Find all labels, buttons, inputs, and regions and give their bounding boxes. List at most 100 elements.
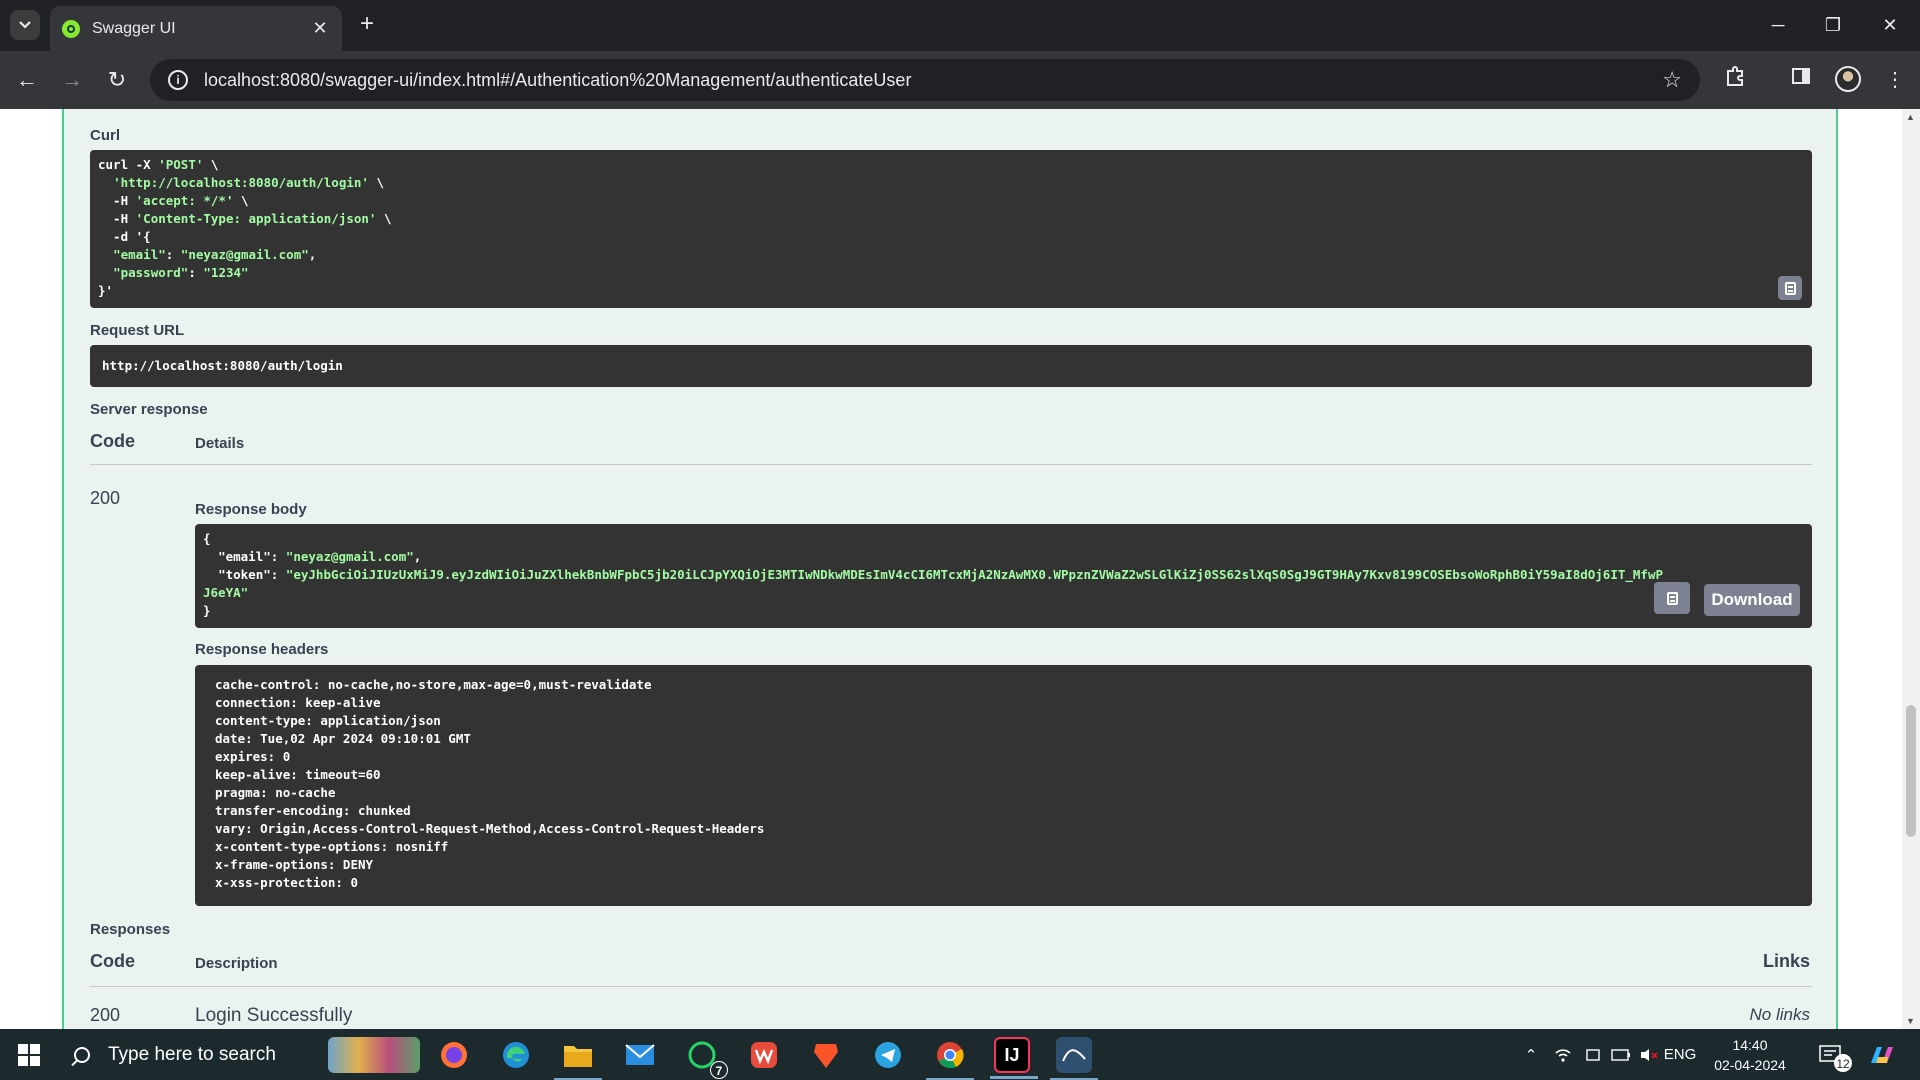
response-table-header: Code Details	[90, 427, 1812, 465]
tab-search-button[interactable]	[10, 10, 40, 40]
post-operation-block: Curl curl -X 'POST' \ 'http://localhost:…	[62, 109, 1838, 1029]
reload-button[interactable]: ↻	[102, 65, 132, 95]
response-header-line: connection: keep-alive	[215, 695, 381, 710]
edge-icon[interactable]	[498, 1037, 534, 1073]
browser-tab[interactable]: Swagger UI ✕	[50, 6, 342, 51]
mysql-workbench-icon[interactable]	[1050, 1037, 1098, 1080]
intellij-idea-icon[interactable]: IJ	[990, 1037, 1038, 1079]
mail-icon[interactable]	[622, 1037, 658, 1073]
menu-icon[interactable]: ⋮	[1880, 65, 1910, 95]
brave-icon[interactable]	[808, 1037, 844, 1073]
file-explorer-icon[interactable]	[554, 1037, 602, 1080]
json-open-brace: {	[203, 531, 211, 546]
scroll-up-arrow-icon[interactable]: ▲	[1906, 112, 1915, 122]
books-widget-icon[interactable]	[328, 1037, 420, 1073]
language-indicator[interactable]: ENG	[1664, 1029, 1697, 1080]
response-header-line: cache-control: no-cache,no-store,max-age…	[215, 677, 652, 692]
windows-start-icon[interactable]	[18, 1044, 40, 1066]
responses-label: Responses	[90, 921, 171, 938]
clock-time: 14:40	[1732, 1037, 1768, 1053]
page-scrollbar[interactable]: ▲ ▼	[1902, 109, 1920, 1029]
volume-muted-icon[interactable]	[1636, 1029, 1662, 1080]
curl-command: curl -X 'POST' \ 'http://localhost:8080/…	[98, 156, 1804, 300]
copy-curl-button[interactable]	[1778, 276, 1802, 300]
response-body-label: Response body	[195, 501, 307, 518]
request-url-block: http://localhost:8080/auth/login	[90, 345, 1812, 387]
tab-title: Swagger UI	[92, 19, 176, 37]
response-header-line: vary: Origin,Access-Control-Request-Meth…	[215, 821, 765, 836]
browser-tab-bar: Swagger UI ✕ + ─ ❐ ✕	[0, 0, 1920, 51]
response-header-line: transfer-encoding: chunked	[215, 803, 411, 818]
search-icon	[74, 1046, 90, 1063]
response-header-line: x-content-type-options: nosniff	[215, 839, 449, 854]
minimize-button[interactable]: ─	[1758, 10, 1798, 40]
bookmark-star-icon[interactable]: ☆	[1662, 67, 1682, 93]
curl-line: "email": "neyaz@gmail.com",	[113, 247, 317, 262]
show-hidden-icons-icon[interactable]: ⌃	[1518, 1029, 1544, 1080]
responses-code-header: Code	[90, 951, 135, 971]
server-response-label: Server response	[90, 401, 208, 418]
responses-row-code: 200	[90, 1005, 121, 1025]
json-token-value: "eyJhbGciOiJIUzUxMiJ9.eyJzdWIiOiJuZXlhek…	[285, 567, 1664, 582]
notification-count-badge: 12	[1834, 1054, 1852, 1072]
clipboard-icon	[1666, 591, 1678, 605]
url-text[interactable]: localhost:8080/swagger-ui/index.html#/Au…	[204, 70, 1662, 91]
tab-close-button[interactable]: ✕	[310, 18, 330, 39]
request-url: http://localhost:8080/auth/login	[102, 358, 343, 373]
back-button[interactable]: ←	[12, 65, 42, 95]
copy-response-button[interactable]	[1654, 582, 1690, 614]
response-header-line: pragma: no-cache	[215, 785, 336, 800]
responses-table-header: Code Description Links	[90, 947, 1812, 987]
firefox-icon[interactable]	[436, 1037, 472, 1073]
notifications-icon[interactable]: 12	[1810, 1029, 1852, 1080]
telegram-icon[interactable]	[870, 1037, 906, 1073]
address-bar[interactable]: i localhost:8080/swagger-ui/index.html#/…	[150, 59, 1700, 101]
json-email-value: "neyaz@gmail.com"	[285, 549, 414, 564]
download-button[interactable]: Download	[1704, 584, 1800, 616]
taskbar-search[interactable]: Type here to search	[62, 1029, 328, 1080]
copilot-icon[interactable]	[1862, 1029, 1902, 1080]
side-panel-icon[interactable]	[1786, 65, 1816, 95]
response-header-line: expires: 0	[215, 749, 291, 764]
new-tab-button[interactable]: +	[352, 10, 382, 40]
scroll-down-arrow-icon[interactable]: ▼	[1906, 1016, 1915, 1026]
curl-line: }'	[98, 283, 114, 298]
curl-label: Curl	[90, 127, 120, 144]
windows-taskbar: Type here to search 7 IJ ⌃ ENG 14:40 02-…	[0, 1029, 1920, 1080]
code-header: Code	[90, 431, 135, 451]
response-body: { "email": "neyaz@gmail.com", "token": "…	[203, 531, 1664, 618]
response-header-line: date: Tue,02 Apr 2024 09:10:01 GMT	[215, 731, 471, 746]
curl-line: -H 'accept: */*' \	[98, 193, 249, 208]
whatsapp-icon[interactable]: 7	[684, 1037, 728, 1079]
restore-button[interactable]: ❐	[1813, 10, 1853, 40]
response-header-line: content-type: application/json	[215, 713, 441, 728]
site-info-icon[interactable]: i	[168, 70, 188, 90]
curl-line: -d '{	[98, 229, 151, 244]
taskbar-clock[interactable]: 14:40 02-04-2024	[1700, 1035, 1800, 1075]
chrome-icon[interactable]	[926, 1037, 974, 1080]
response-headers-block: cache-control: no-cache,no-store,max-age…	[195, 665, 1812, 906]
wps-office-icon[interactable]	[746, 1037, 782, 1073]
whatsapp-badge: 7	[710, 1061, 728, 1079]
scrollbar-thumb[interactable]	[1906, 705, 1916, 837]
responses-row-description: Login Successfully	[195, 1005, 353, 1026]
battery-icon[interactable]	[1608, 1029, 1634, 1080]
chevron-down-icon	[19, 21, 31, 29]
response-headers-label: Response headers	[195, 641, 329, 658]
response-headers: cache-control: no-cache,no-store,max-age…	[215, 676, 1792, 892]
swagger-favicon-icon	[62, 19, 80, 38]
clock-date: 02-04-2024	[1714, 1057, 1786, 1073]
json-token-key: "token"	[218, 567, 271, 582]
json-close-brace: }	[203, 603, 211, 618]
close-window-button[interactable]: ✕	[1870, 10, 1910, 40]
page-viewport: Curl curl -X 'POST' \ 'http://localhost:…	[0, 109, 1920, 1029]
curl-line: -H 'Content-Type: application/json' \	[98, 211, 392, 226]
curl-line: "password": "1234"	[113, 265, 249, 280]
meet-now-icon[interactable]	[1580, 1029, 1606, 1080]
forward-button[interactable]: →	[57, 65, 87, 95]
response-status-code: 200	[90, 488, 121, 508]
curl-code-block: curl -X 'POST' \ 'http://localhost:8080/…	[90, 150, 1812, 308]
extensions-icon[interactable]	[1720, 65, 1750, 95]
profile-avatar[interactable]	[1835, 66, 1861, 92]
wifi-icon[interactable]	[1550, 1029, 1576, 1080]
